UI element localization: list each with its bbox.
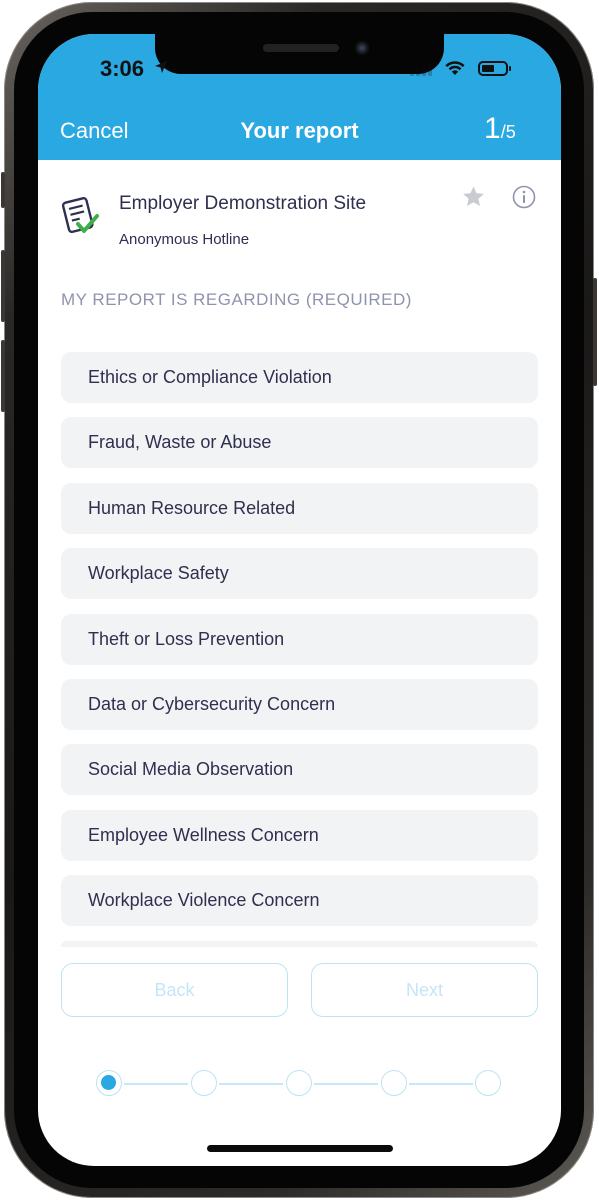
- home-indicator[interactable]: [207, 1145, 393, 1152]
- option-workplace-safety[interactable]: Workplace Safety: [61, 548, 538, 600]
- option-data-cybersecurity[interactable]: Data or Cybersecurity Concern: [61, 678, 538, 730]
- wifi-icon: [444, 59, 466, 81]
- location-arrow-icon: [154, 60, 168, 79]
- power-button: [593, 278, 597, 386]
- notch: [155, 34, 444, 74]
- step-connector: [124, 1083, 188, 1085]
- option-fraud-waste-abuse[interactable]: Fraud, Waste or Abuse: [61, 417, 538, 469]
- volume-down-button: [1, 340, 5, 412]
- step-dot-3: [286, 1070, 312, 1096]
- report-checklist-icon: [60, 194, 100, 243]
- battery-icon: [478, 61, 511, 76]
- volume-up-button: [1, 250, 5, 322]
- topic-options-list: Ethics or Compliance Violation Fraud, Wa…: [61, 352, 538, 941]
- option-theft-loss[interactable]: Theft or Loss Prevention: [61, 613, 538, 665]
- site-subtitle: Anonymous Hotline: [119, 231, 250, 248]
- step-dot-4: [381, 1070, 407, 1096]
- option-employee-wellness[interactable]: Employee Wellness Concern: [61, 809, 538, 861]
- next-button[interactable]: Next: [311, 963, 538, 1017]
- option-ethics-compliance[interactable]: Ethics or Compliance Violation: [61, 352, 538, 403]
- step-dot-2: [191, 1070, 217, 1096]
- progress-stepper: [94, 1068, 514, 1098]
- option-workplace-violence[interactable]: Workplace Violence Concern: [61, 875, 538, 927]
- step-connector: [219, 1083, 283, 1085]
- star-icon[interactable]: [461, 185, 486, 214]
- step-current: 1: [484, 112, 501, 145]
- option-partially-visible[interactable]: [61, 941, 538, 947]
- mute-switch: [1, 172, 5, 208]
- section-label: MY REPORT IS REGARDING (REQUIRED): [61, 290, 412, 309]
- speaker: [263, 44, 339, 52]
- option-social-media[interactable]: Social Media Observation: [61, 744, 538, 796]
- option-human-resource[interactable]: Human Resource Related: [61, 482, 538, 534]
- front-camera: [355, 41, 369, 55]
- site-name: Employer Demonstration Site: [119, 193, 367, 214]
- step-dot-5: [475, 1070, 501, 1096]
- screen: 3:06 Cancel Your report 1/5 Employer Dem…: [38, 34, 561, 1166]
- step-indicator: 1/5: [484, 112, 516, 146]
- step-dot-1: [96, 1070, 122, 1096]
- page-title: Your report: [240, 118, 359, 143]
- signal-icon: [410, 61, 434, 81]
- info-icon[interactable]: [512, 185, 536, 214]
- step-connector: [409, 1083, 473, 1085]
- back-button[interactable]: Back: [61, 963, 288, 1017]
- step-total: /5: [500, 122, 516, 142]
- step-connector: [314, 1083, 378, 1085]
- status-time: 3:06: [100, 56, 145, 81]
